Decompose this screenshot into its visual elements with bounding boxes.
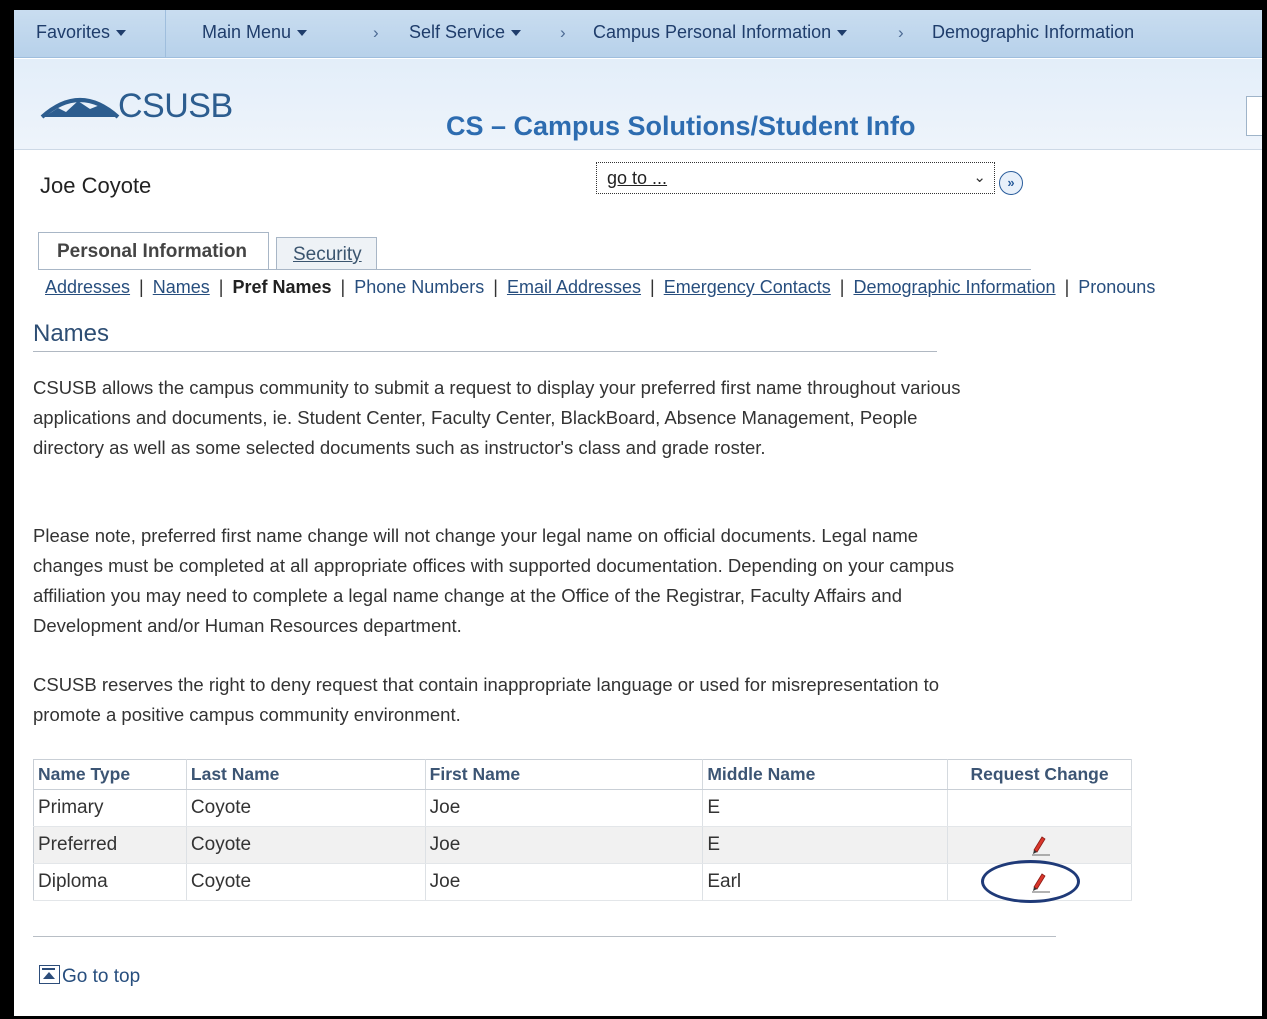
bottom-divider (33, 936, 1056, 937)
link-addresses[interactable]: Addresses (45, 277, 130, 297)
tab-personal-information[interactable]: Personal Information (38, 232, 269, 270)
cell-last-name: Coyote (186, 789, 426, 827)
nav-favorites-label: Favorites (36, 22, 111, 42)
link-names[interactable]: Names (153, 277, 210, 297)
nav-favorites-menu[interactable]: Favorites (36, 22, 127, 43)
nav-self-service[interactable]: Self Service (409, 22, 522, 43)
chevron-down-icon (511, 30, 522, 37)
nav-demographic-info[interactable]: Demographic Information (932, 22, 1134, 43)
link-separator: | (340, 277, 346, 297)
link-emergency-contacts[interactable]: Emergency Contacts (664, 277, 831, 297)
tab-divider (38, 269, 1031, 270)
breadcrumb-chevron-icon: › (373, 23, 379, 42)
table-row: Preferred Coyote Joe E (33, 826, 1132, 864)
names-table: Name Type Last Name First Name Middle Na… (33, 759, 1132, 901)
sub-navigation: Addresses | Names | Pref Names | Phone Numbers… (45, 277, 1155, 298)
column-header-middle-name: Middle Name (702, 759, 949, 790)
table-row: Primary Coyote Joe E (33, 789, 1132, 827)
edit-pencil-icon[interactable] (1028, 834, 1052, 856)
link-email-addresses[interactable]: Email Addresses (507, 277, 641, 297)
column-header-first-name: First Name (425, 759, 704, 790)
cell-middle-name: Earl (702, 863, 949, 901)
csusb-logo-icon (40, 98, 120, 119)
page: Favorites Main Menu › Self Service › Cam… (14, 10, 1262, 1016)
cell-name-type: Preferred (33, 826, 187, 864)
chevron-down-icon (837, 30, 848, 37)
title-divider (33, 351, 937, 352)
cell-first-name: Joe (425, 826, 704, 864)
nav-campus-personal-info-label: Campus Personal Information (593, 22, 832, 42)
double-chevron-right-icon: » (1007, 175, 1015, 190)
app-title: CS – Campus Solutions/Student Info (446, 111, 916, 141)
table-header-row: Name Type Last Name First Name Middle Na… (33, 759, 1132, 790)
nav-main-menu-label: Main Menu (202, 22, 292, 42)
column-header-name-type: Name Type (33, 759, 187, 790)
cell-first-name: Joe (425, 863, 704, 901)
nav-demographic-info-label: Demographic Information (932, 22, 1135, 42)
cell-middle-name: E (702, 826, 949, 864)
app-header: CSUSB CS – Campus Solutions/Student Info (14, 59, 1262, 150)
table-row: Diploma Coyote Joe Earl (33, 863, 1132, 901)
cell-name-type: Diploma (33, 863, 187, 901)
nav-main-menu[interactable]: Main Menu (202, 22, 308, 43)
info-paragraph: Please note, preferred first name change… (33, 525, 955, 636)
logo-text: CSUSB (118, 87, 233, 125)
top-nav-bar: Favorites Main Menu › Self Service › Cam… (14, 10, 1262, 58)
page-title: Names (33, 320, 110, 347)
link-separator: | (493, 277, 498, 297)
cell-name-type: Primary (33, 789, 187, 827)
link-separator: | (839, 277, 845, 297)
link-separator: | (1064, 277, 1070, 297)
cell-middle-name: E (702, 789, 949, 827)
goto-select-value: go to ... (607, 168, 668, 188)
tab-personal-information-label: Personal Information (57, 241, 248, 262)
chevron-down-icon (116, 30, 127, 37)
link-pronouns[interactable]: Pronouns (1078, 277, 1155, 297)
user-name: Joe Coyote (40, 173, 152, 198)
nav-campus-personal-info[interactable]: Campus Personal Information (593, 22, 848, 43)
go-to-top-link[interactable]: Go to top (39, 965, 140, 988)
column-header-last-name: Last Name (186, 759, 426, 790)
chevron-down-icon (297, 30, 308, 37)
goto-select[interactable]: go to ... ⌄ (596, 162, 995, 194)
link-separator: | (139, 277, 144, 297)
goto-button[interactable]: » (999, 171, 1023, 195)
go-to-top-icon (39, 965, 60, 984)
cell-request-change (947, 826, 1132, 864)
chevron-down-icon: ⌄ (973, 169, 986, 186)
cell-last-name: Coyote (186, 826, 426, 864)
link-demographic-information[interactable]: Demographic Information (853, 277, 1055, 297)
column-header-request-change: Request Change (947, 759, 1132, 790)
cell-first-name: Joe (425, 789, 704, 827)
link-separator: | (218, 277, 224, 297)
tab-security-label: Security (293, 244, 362, 265)
link-pref-names-current: Pref Names (232, 277, 332, 297)
tab-security[interactable]: Security (276, 237, 377, 270)
link-separator: | (650, 277, 655, 297)
cell-request-change (947, 789, 1132, 827)
info-paragraph: CSUSB reserves the right to deny request… (33, 674, 939, 725)
info-paragraph: CSUSB allows the campus community to sub… (33, 377, 961, 458)
go-to-top-label: Go to top (62, 966, 141, 987)
nav-self-service-label: Self Service (409, 22, 506, 42)
breadcrumb-chevron-icon: › (898, 23, 904, 42)
link-phone-numbers[interactable]: Phone Numbers (354, 277, 484, 297)
highlight-annotation-ring (981, 860, 1080, 903)
nav-divider (165, 10, 166, 58)
header-search-box[interactable] (1246, 96, 1262, 136)
cell-last-name: Coyote (186, 863, 426, 901)
breadcrumb-chevron-icon: › (560, 23, 566, 42)
